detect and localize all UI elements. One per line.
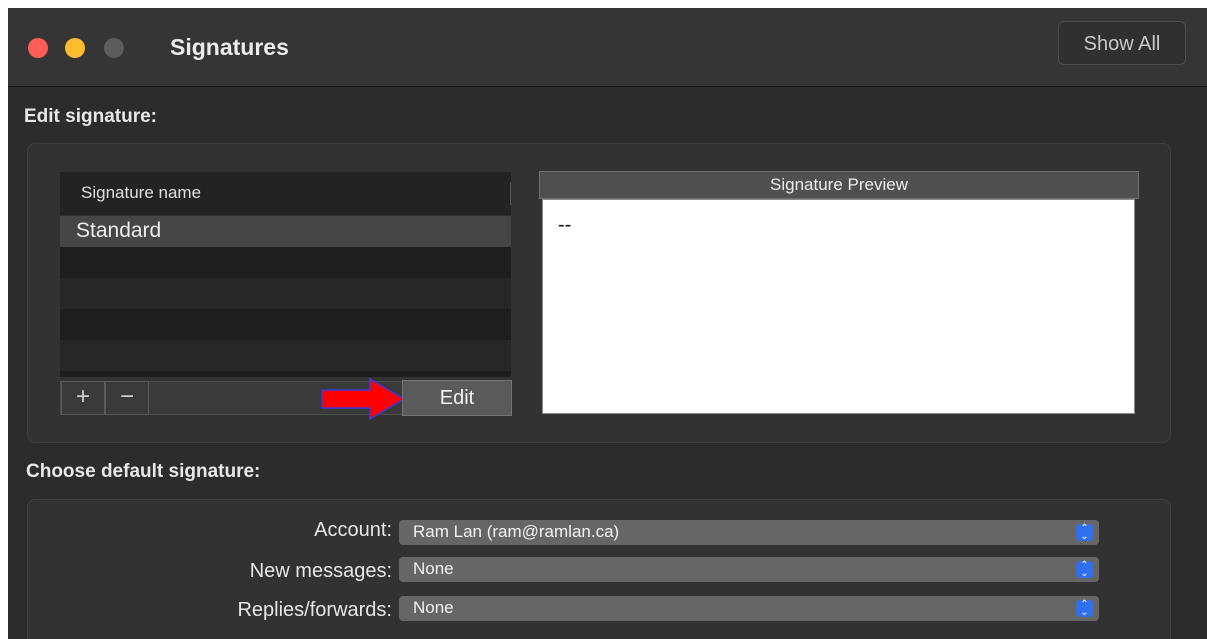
account-label: Account: — [314, 519, 392, 541]
show-all-button[interactable]: Show All — [1058, 21, 1186, 65]
column-header-label: Signature name — [81, 183, 202, 202]
minimize-button[interactable] — [65, 38, 85, 58]
signature-name-column-header[interactable]: Signature name — [60, 172, 511, 216]
new-messages-value: None — [413, 559, 454, 578]
signature-preview-area: -- — [542, 199, 1135, 414]
empty-row — [60, 278, 511, 309]
signatures-window: Signatures Show All Edit signature: Sign… — [8, 8, 1207, 639]
zoom-button[interactable] — [104, 38, 124, 58]
replies-forwards-select[interactable]: None ⌃ ⌄ — [399, 596, 1099, 621]
remove-signature-button[interactable]: − — [105, 381, 149, 415]
chevron-updown-icon: ⌃ ⌄ — [1076, 523, 1093, 541]
chevron-updown-icon: ⌃ ⌄ — [1076, 560, 1093, 578]
signature-preview-text: -- — [558, 214, 572, 236]
empty-row — [60, 340, 511, 371]
table-row[interactable]: Standard — [60, 216, 511, 247]
signature-table: Signature name Standard — [60, 172, 511, 377]
red-arrow-icon — [321, 378, 406, 420]
replies-forwards-value: None — [413, 598, 454, 617]
new-messages-select[interactable]: None ⌃ ⌄ — [399, 557, 1099, 582]
column-divider — [510, 182, 511, 205]
add-signature-button[interactable]: + — [61, 381, 105, 415]
account-select[interactable]: Ram Lan (ram@ramlan.ca) ⌃ ⌄ — [399, 520, 1099, 545]
close-button[interactable] — [28, 38, 48, 58]
window-title: Signatures — [170, 34, 289, 60]
edit-signature-button[interactable]: Edit — [402, 380, 512, 416]
empty-row — [60, 247, 511, 278]
choose-default-signature-label: Choose default signature: — [26, 461, 261, 482]
replies-forwards-label: Replies/forwards: — [237, 599, 392, 621]
account-value: Ram Lan (ram@ramlan.ca) — [413, 522, 620, 541]
new-messages-label: New messages: — [249, 560, 392, 582]
title-bar: Signatures Show All — [8, 8, 1207, 87]
empty-row — [60, 309, 511, 340]
signature-name-cell: Standard — [76, 219, 162, 242]
chevron-updown-icon: ⌃ ⌄ — [1076, 599, 1093, 617]
signature-preview-header: Signature Preview — [539, 171, 1139, 199]
edit-signature-label: Edit signature: — [24, 106, 158, 127]
